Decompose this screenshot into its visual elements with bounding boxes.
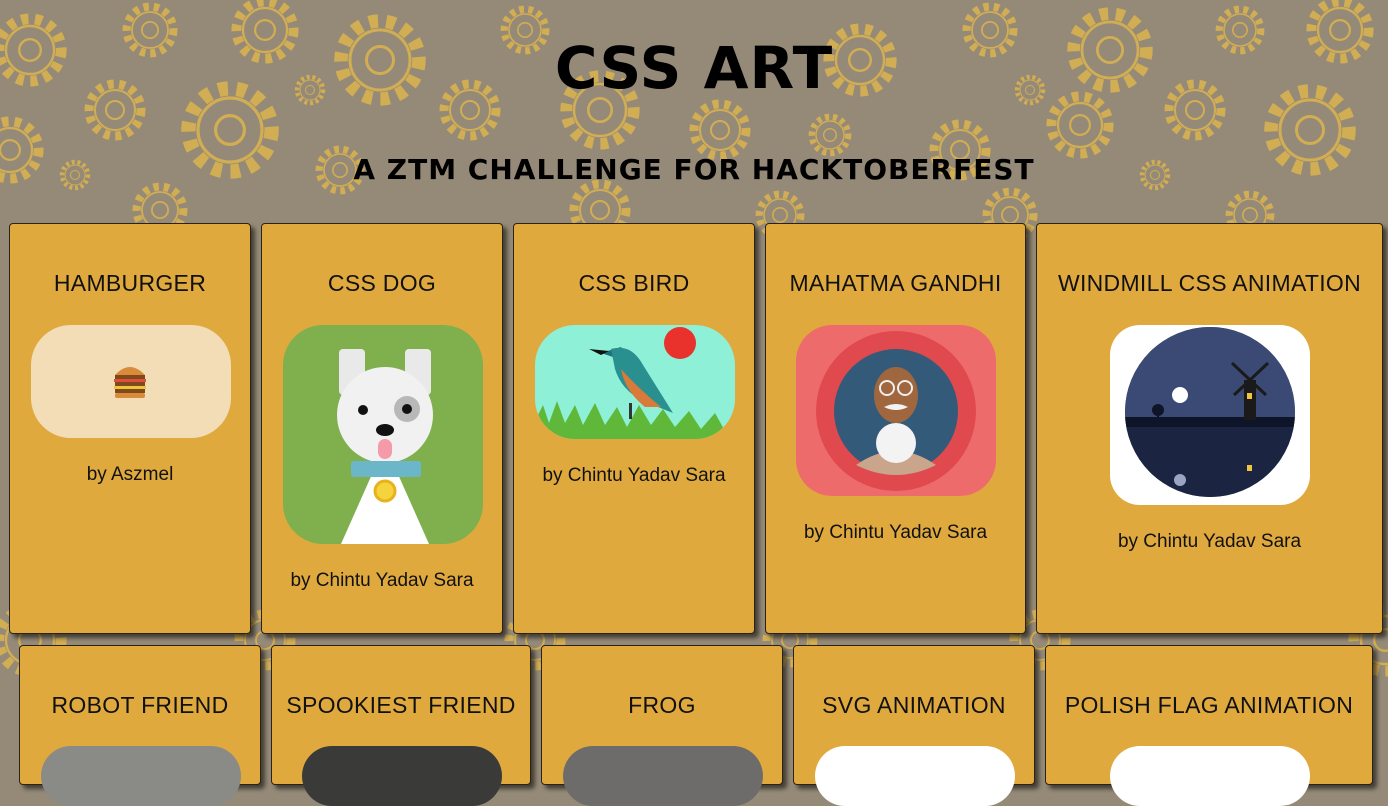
gandhi-preview[interactable] <box>796 325 996 496</box>
robot-preview[interactable] <box>41 746 241 806</box>
card-author: by Chintu Yadav Sara <box>1117 531 1302 552</box>
art-card-windmill[interactable]: WINDMILL CSS ANIMATION by Chintu Yadav S… <box>1036 223 1383 634</box>
card-title: HAMBURGER <box>53 270 207 296</box>
card-title: FROG <box>628 692 696 718</box>
card-title: CSS DOG <box>327 270 437 296</box>
windmill-preview[interactable] <box>1110 325 1310 505</box>
svg-animation-preview[interactable] <box>815 746 1015 806</box>
art-card-spookiest-friend[interactable]: SPOOKIEST FRIEND <box>271 645 531 806</box>
bird-preview[interactable] <box>535 325 735 439</box>
dog-preview[interactable] <box>283 325 483 544</box>
polish-flag-preview[interactable] <box>1110 746 1310 806</box>
hamburger-preview[interactable] <box>31 325 231 438</box>
art-card-css-dog[interactable]: CSS DOG by Chintu Yadav Sara <box>261 223 503 634</box>
page-title: CSS ART <box>554 34 834 102</box>
card-title: ROBOT FRIEND <box>51 692 229 718</box>
art-card-svg-animation[interactable]: SVG ANIMATION <box>793 645 1035 806</box>
art-card-frog[interactable]: FROG <box>541 645 783 806</box>
card-title: WINDMILL CSS ANIMATION <box>1057 270 1362 296</box>
page-subtitle: A ZTM CHALLENGE FOR HACKTOBERFEST <box>353 153 1035 186</box>
art-card-hamburger[interactable]: HAMBURGER by Aszmel <box>9 223 251 634</box>
art-card-css-bird[interactable]: CSS BIRD by Chintu Yadav Sara <box>513 223 755 634</box>
dog-icon <box>337 349 433 544</box>
hamburger-icon <box>114 367 146 398</box>
spooky-preview[interactable] <box>302 746 502 806</box>
card-title: SPOOKIEST FRIEND <box>286 692 516 718</box>
card-author: by Chintu Yadav Sara <box>290 570 474 591</box>
card-author: by Chintu Yadav Sara <box>803 522 988 543</box>
card-title: POLISH FLAG ANIMATION <box>1064 692 1354 718</box>
art-card-polish-flag[interactable]: POLISH FLAG ANIMATION <box>1045 645 1373 806</box>
gandhi-portrait-icon <box>816 331 976 491</box>
card-author: by Aszmel <box>86 464 174 485</box>
windmill-night-icon <box>1125 327 1295 497</box>
art-card-robot-friend[interactable]: ROBOT FRIEND <box>19 645 261 806</box>
frog-preview[interactable] <box>563 746 763 806</box>
card-title: SVG ANIMATION <box>822 692 1006 718</box>
card-title: MAHATMA GANDHI <box>789 270 1002 296</box>
card-title: CSS BIRD <box>578 270 690 296</box>
bird-icon <box>535 327 735 439</box>
card-author: by Chintu Yadav Sara <box>542 465 726 486</box>
art-card-mahatma-gandhi[interactable]: MAHATMA GANDHI by Chintu Yadav Sara <box>765 223 1026 634</box>
